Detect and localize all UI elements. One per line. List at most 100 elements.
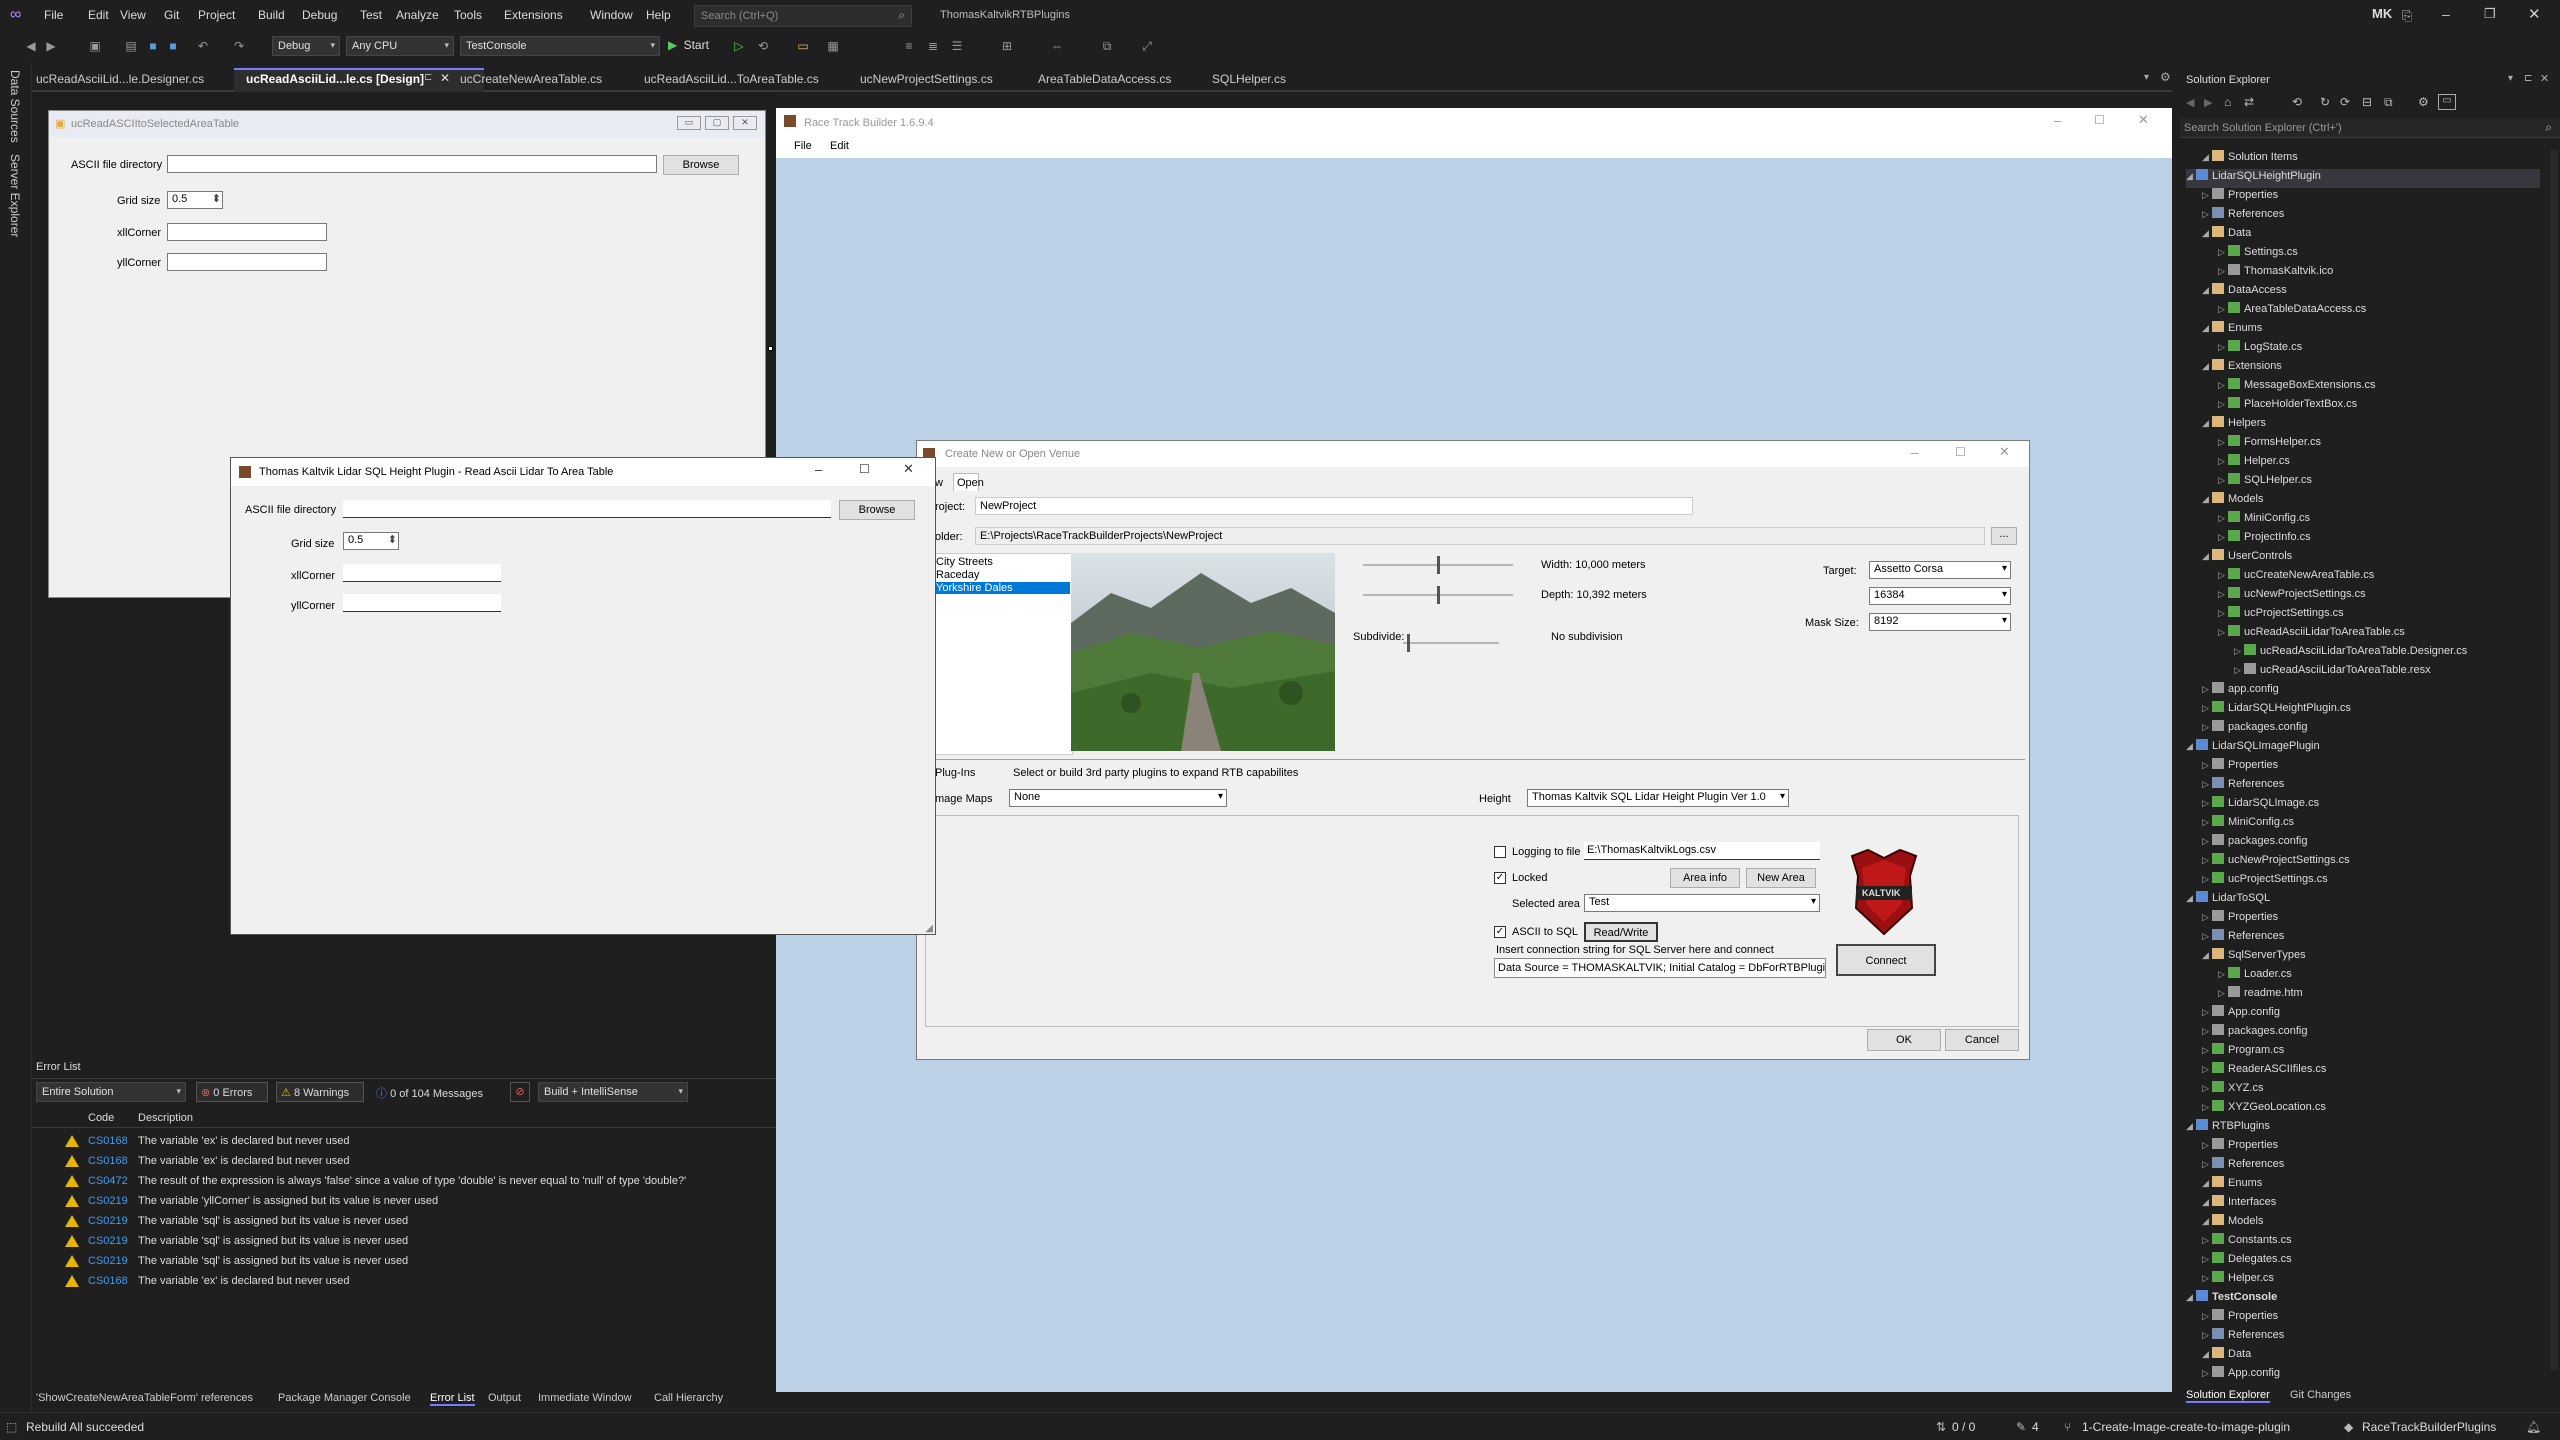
xllcorner-input[interactable] xyxy=(343,564,501,582)
expand-arrow-icon[interactable]: ◢ xyxy=(2186,171,2196,182)
tree-item[interactable]: ▷ References xyxy=(2202,929,2284,948)
save-all-icon[interactable]: ■ xyxy=(166,39,180,53)
expander-icon[interactable]: ▷ xyxy=(2218,589,2228,600)
solution-search[interactable]: Search Solution Explorer (Ctrl+') ⌕ xyxy=(2180,118,2560,138)
table-row[interactable]: CS0168 The variable 'ex' is declared but … xyxy=(32,1152,776,1172)
new-area-button[interactable]: New Area xyxy=(1746,868,1816,888)
undo-icon[interactable]: ↶ xyxy=(196,39,210,53)
area-info-button[interactable]: Area info xyxy=(1670,868,1740,888)
tree-item[interactable]: ◢ Helpers xyxy=(2202,416,2266,435)
error-code[interactable]: CS0168 xyxy=(88,1155,128,1167)
tree-item[interactable]: ▷ Properties xyxy=(2202,910,2278,929)
expander-icon[interactable]: ▷ xyxy=(2202,855,2212,866)
expand-arrow-icon[interactable]: ◢ xyxy=(2202,1178,2212,1189)
expand-arrow-icon[interactable]: ◢ xyxy=(2186,1292,2196,1303)
height-plugin-select[interactable]: Thomas Kaltvik SQL Lidar Height Plugin V… xyxy=(1527,789,1789,807)
expander-icon[interactable]: ▷ xyxy=(2202,1007,2212,1018)
back-icon[interactable]: ◀ xyxy=(2186,96,2194,109)
tree-item[interactable]: ▷ XYZGeoLocation.cs xyxy=(2202,1100,2326,1119)
align-right-icon[interactable]: ☰ xyxy=(950,39,964,53)
resize-handle[interactable] xyxy=(768,346,773,351)
start-without-debug-icon[interactable]: ▷ xyxy=(732,39,746,53)
expander-icon[interactable]: ▷ xyxy=(2202,1045,2212,1056)
spacing-icon[interactable]: ⇔ xyxy=(1050,39,1064,53)
tree-item[interactable]: ▷ ucProjectSettings.cs xyxy=(2218,606,2344,625)
tree-item[interactable]: ▷ Helper.cs xyxy=(2218,454,2290,473)
ascii-sql-checkbox[interactable]: ✓ xyxy=(1494,926,1506,938)
close-icon[interactable]: ✕ xyxy=(2540,72,2549,85)
tab-package-manager[interactable]: Package Manager Console xyxy=(278,1392,411,1404)
tree-item[interactable]: ▷ LogState.cs xyxy=(2218,340,2302,359)
expander-icon[interactable]: ▷ xyxy=(2202,722,2212,733)
logging-checkbox[interactable] xyxy=(1494,846,1506,858)
config-select[interactable]: Debug xyxy=(272,36,340,56)
target-select[interactable]: Assetto Corsa xyxy=(1869,561,2011,579)
open-icon[interactable]: ▤ xyxy=(124,39,138,53)
doc-tab[interactable]: ucReadAsciiLid...le.Designer.cs xyxy=(36,72,204,86)
switch-views-icon[interactable]: ⇄ xyxy=(2244,95,2254,109)
expander-icon[interactable]: ▷ xyxy=(2218,969,2228,980)
expand-arrow-icon[interactable]: ◢ xyxy=(2202,361,2212,372)
tab-order-icon[interactable]: ⤢ xyxy=(1140,39,1154,53)
tree-item[interactable]: ▷ PlaceHolderTextBox.cs xyxy=(2218,397,2357,416)
menu-test[interactable]: Test xyxy=(360,8,382,22)
tree-item[interactable]: ▷ ProjectInfo.cs xyxy=(2218,530,2311,549)
tree-item[interactable]: ◢ LidarToSQL xyxy=(2186,891,2270,910)
depth-slider[interactable] xyxy=(1437,586,1440,604)
image-maps-select[interactable]: None xyxy=(1009,789,1227,807)
sync-icon[interactable]: ↻ xyxy=(2320,95,2330,109)
tree-item[interactable]: ▷ packages.config xyxy=(2202,834,2308,853)
ascii-dir-input[interactable] xyxy=(343,500,831,518)
tab-new[interactable]: w xyxy=(935,477,943,489)
maximize-icon[interactable]: ☐ xyxy=(859,462,870,476)
tree-item[interactable]: ▷ packages.config xyxy=(2202,720,2308,739)
properties-icon[interactable]: ⚙ xyxy=(2418,95,2429,109)
expand-arrow-icon[interactable]: ◢ xyxy=(2202,418,2212,429)
col-code[interactable]: Code xyxy=(88,1112,114,1124)
clear-filter-icon[interactable]: ⊘ xyxy=(510,1082,530,1102)
home-icon[interactable]: ⌂ xyxy=(2224,95,2231,109)
rtb-menu-edit[interactable]: Edit xyxy=(830,140,849,152)
close-icon[interactable]: ✕ xyxy=(2138,112,2149,128)
expand-arrow-icon[interactable]: ◢ xyxy=(2202,228,2212,239)
pin-icon[interactable]: ⊏ xyxy=(424,72,432,83)
tree-item[interactable]: ▷ Properties xyxy=(2202,758,2278,777)
search-box[interactable]: Search (Ctrl+Q) ⌕ xyxy=(694,5,912,27)
menu-help[interactable]: Help xyxy=(646,8,671,22)
error-code[interactable]: CS0168 xyxy=(88,1275,128,1287)
repo-name[interactable]: RaceTrackBuilderPlugins xyxy=(2362,1420,2496,1434)
user-avatar[interactable]: MK xyxy=(2372,6,2392,21)
tree-item[interactable]: ▷ References xyxy=(2202,777,2284,796)
maximize-icon[interactable]: ☐ xyxy=(2094,113,2105,127)
doc-tab[interactable]: ucCreateNewAreaTable.cs xyxy=(460,72,602,86)
folder-input[interactable]: E:\Projects\RaceTrackBuilderProjects\New… xyxy=(975,527,1985,545)
yllcorner-input[interactable] xyxy=(343,594,501,612)
tree-item[interactable]: ▷ ThomasKaltvik.ico xyxy=(2218,264,2333,283)
pending-changes-icon[interactable]: ⟲ xyxy=(2292,95,2302,109)
live-share-icon[interactable]: ⎘ xyxy=(2402,8,2412,24)
tree-item[interactable]: ▷ Constants.cs xyxy=(2202,1233,2292,1252)
ok-button[interactable]: OK xyxy=(1867,1029,1941,1051)
close-tab-icon[interactable]: ✕ xyxy=(440,71,450,85)
expander-icon[interactable]: ▷ xyxy=(2218,988,2228,999)
expand-arrow-icon[interactable]: ◢ xyxy=(2202,551,2212,562)
locked-checkbox[interactable]: ✓ xyxy=(1494,872,1506,884)
doc-tab[interactable]: SQLHelper.cs xyxy=(1212,72,1286,86)
expander-icon[interactable]: ▷ xyxy=(2202,1330,2212,1341)
tab-open[interactable]: Open xyxy=(953,473,984,491)
tree-item[interactable]: ◢ UserControls xyxy=(2202,549,2292,568)
expand-arrow-icon[interactable]: ◢ xyxy=(2186,893,2196,904)
show-files-icon[interactable]: ⧉ xyxy=(2384,95,2393,110)
tab-call-hierarchy[interactable]: Call Hierarchy xyxy=(654,1392,723,1404)
refresh-icon[interactable]: ⟳ xyxy=(2340,95,2350,109)
expand-arrow-icon[interactable]: ◢ xyxy=(2202,1216,2212,1227)
col-description[interactable]: Description xyxy=(138,1112,193,1124)
expand-arrow-icon[interactable]: ◢ xyxy=(2202,323,2212,334)
expander-icon[interactable]: ▷ xyxy=(2218,247,2228,258)
tree-item[interactable]: ▷ Settings.cs xyxy=(2218,245,2298,264)
table-row[interactable]: CS0168 The variable 'ex' is declared but … xyxy=(32,1272,776,1292)
expander-icon[interactable]: ▷ xyxy=(2218,475,2228,486)
expand-arrow-icon[interactable]: ◢ xyxy=(2202,1197,2212,1208)
tree-item[interactable]: ▷ Properties xyxy=(2202,1309,2278,1328)
expander-icon[interactable]: ▷ xyxy=(2202,1064,2212,1075)
